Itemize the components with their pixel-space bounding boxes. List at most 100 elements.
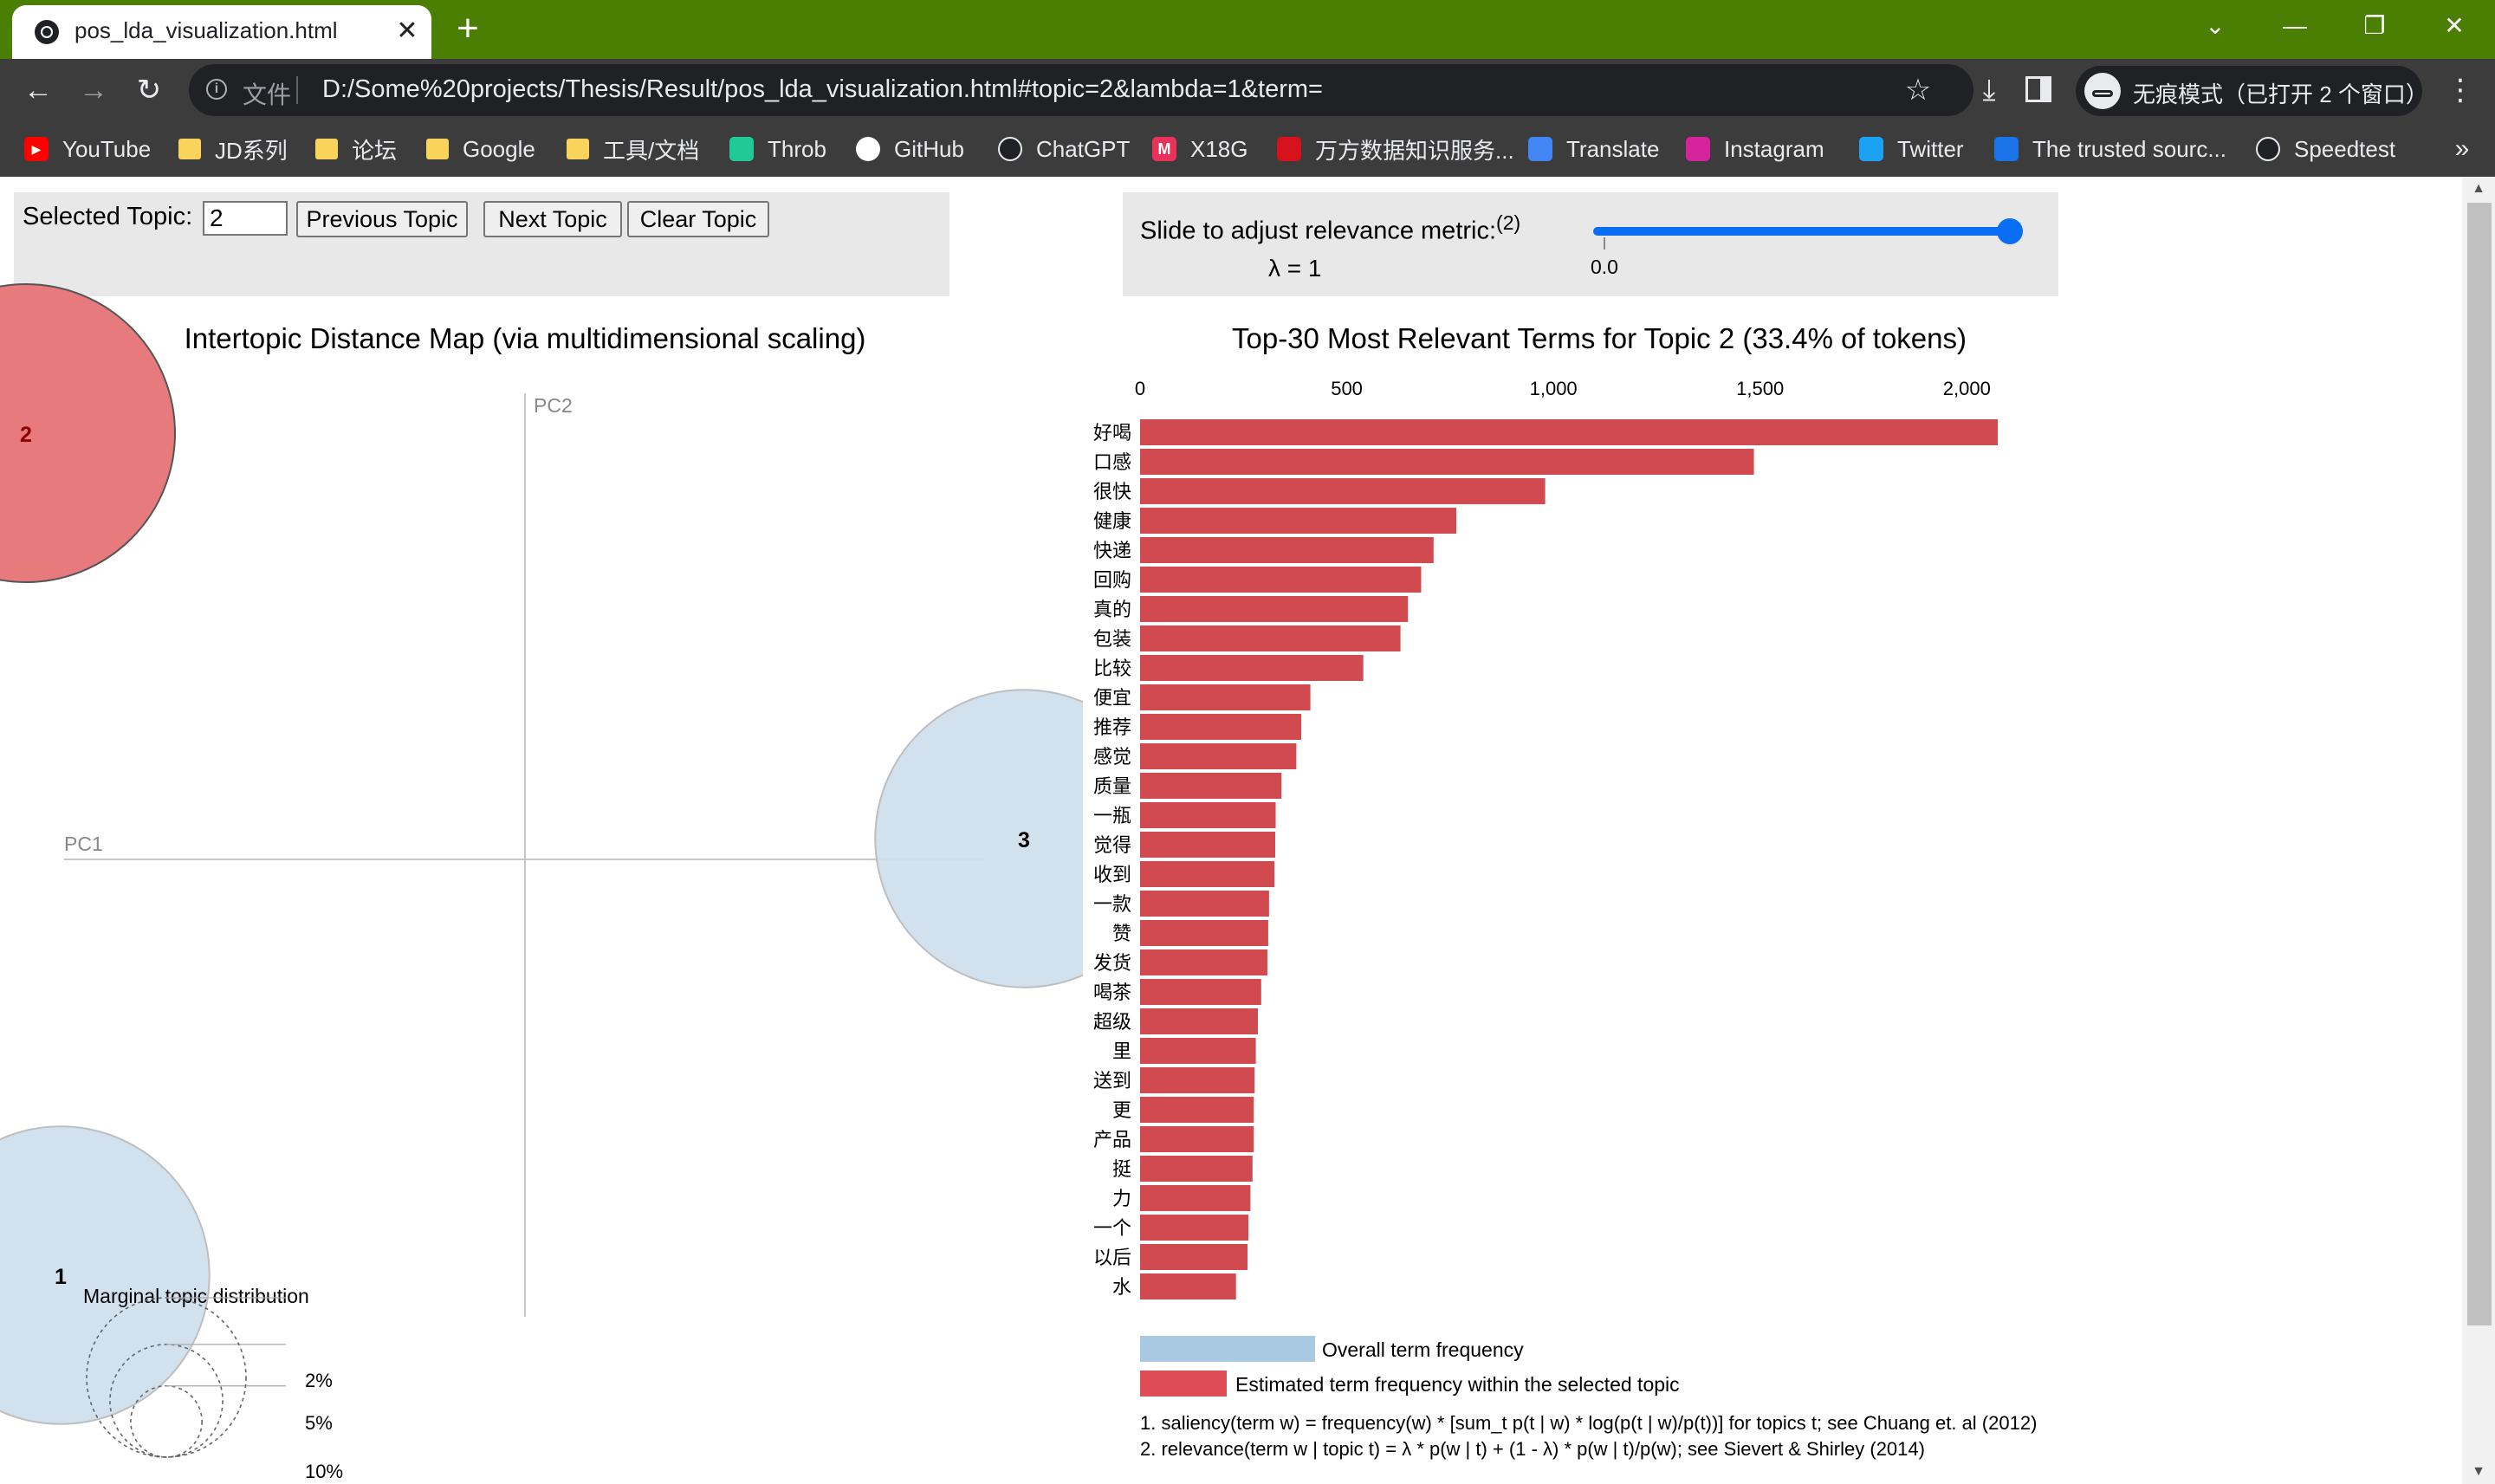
term-label[interactable]: 以后 [1093, 1247, 1131, 1269]
term-label[interactable]: 产品 [1093, 1130, 1131, 1151]
term-label[interactable]: 好喝 [1093, 423, 1131, 444]
bar-超级[interactable] [1140, 1008, 1258, 1034]
scroll-down-icon[interactable]: ▼ [2462, 1460, 2495, 1484]
bar-以后[interactable] [1140, 1244, 1248, 1270]
bar-水[interactable] [1140, 1273, 1236, 1299]
bar-赞[interactable] [1140, 920, 1268, 946]
term-label[interactable]: 里 [1112, 1041, 1131, 1063]
url-text[interactable]: D:/Some%20projects/Thesis/Result/pos_lda… [322, 75, 1323, 104]
term-label[interactable]: 喝茶 [1093, 982, 1131, 1004]
bookmark-instagram[interactable]: Instagram [1686, 132, 1824, 166]
bar-包装[interactable] [1140, 625, 1401, 651]
topic-label-3[interactable]: 3 [1018, 828, 1030, 852]
side-panel-icon[interactable] [2025, 76, 2051, 102]
bar-好喝[interactable] [1140, 419, 1999, 445]
term-label[interactable]: 收到 [1093, 865, 1131, 886]
new-tab-button[interactable]: + [447, 9, 489, 50]
menu-icon[interactable]: ⋮ [2443, 71, 2478, 109]
bookmark-folder-2[interactable]: 论坛 [315, 132, 397, 166]
bar-一款[interactable] [1140, 891, 1269, 917]
term-label[interactable]: 赞 [1112, 923, 1131, 945]
bar-便宜[interactable] [1140, 684, 1311, 710]
incognito-indicator[interactable]: 无痕模式（已打开 2 个窗口） [2076, 66, 2428, 116]
bar-挺[interactable] [1140, 1156, 1253, 1182]
bar-健康[interactable] [1140, 508, 1457, 534]
bar-推荐[interactable] [1140, 714, 1302, 740]
bookmark-chatgpt[interactable]: ChatGPT [998, 132, 1130, 166]
term-label[interactable]: 很快 [1093, 482, 1131, 503]
bookmark-folder-4[interactable]: 工具/文档 [567, 132, 699, 166]
term-label[interactable]: 觉得 [1093, 835, 1131, 857]
term-label[interactable]: 推荐 [1093, 717, 1131, 739]
bar-产品[interactable] [1140, 1126, 1254, 1152]
term-label[interactable]: 挺 [1112, 1159, 1131, 1181]
bar-回购[interactable] [1140, 567, 1422, 593]
term-label[interactable]: 超级 [1093, 1012, 1131, 1034]
bar-一瓶[interactable] [1140, 802, 1276, 828]
bookmark-folder-3[interactable]: Google [426, 132, 535, 166]
scrollbar-thumb[interactable] [2467, 203, 2492, 1325]
reload-icon[interactable]: ↻ [130, 73, 168, 107]
bookmark-wanfang[interactable]: 万方数据知识服务... [1277, 132, 1514, 166]
term-label[interactable]: 包装 [1093, 629, 1131, 651]
term-label[interactable]: 回购 [1093, 570, 1131, 592]
bookmark-map-pin[interactable]: The trusted sourc... [1994, 132, 2226, 166]
term-label[interactable]: 发货 [1093, 953, 1131, 975]
bar-真的[interactable] [1140, 596, 1409, 622]
minimize-icon[interactable]: — [2273, 9, 2317, 43]
bar-力[interactable] [1140, 1185, 1251, 1211]
forward-icon[interactable]: → [75, 73, 113, 107]
term-label[interactable]: 便宜 [1093, 688, 1131, 710]
term-label[interactable]: 比较 [1093, 658, 1131, 680]
term-label[interactable]: 力 [1112, 1189, 1131, 1210]
browser-tab-active[interactable]: pos_lda_visualization.html ✕ [12, 5, 431, 59]
term-label[interactable]: 一个 [1093, 1218, 1131, 1240]
scrollbar[interactable]: ▲ ▼ [2462, 177, 2495, 1484]
bookmark-star-icon[interactable]: ☆ [1901, 71, 1935, 109]
bar-收到[interactable] [1140, 861, 1275, 887]
term-label[interactable]: 口感 [1093, 452, 1131, 474]
term-label[interactable]: 质量 [1093, 776, 1131, 798]
term-label[interactable]: 健康 [1093, 511, 1131, 533]
info-icon[interactable]: i [206, 79, 227, 100]
scroll-up-icon[interactable]: ▲ [2462, 177, 2495, 201]
topic-circle-1[interactable] [0, 1125, 211, 1425]
bar-感觉[interactable] [1140, 743, 1297, 769]
bookmark-folder-1[interactable]: JD系列 [178, 132, 288, 166]
bar-比较[interactable] [1140, 655, 1364, 681]
bar-里[interactable] [1140, 1038, 1256, 1064]
bookmarks-overflow-icon[interactable]: » [2445, 132, 2479, 166]
bar-发货[interactable] [1140, 949, 1267, 975]
term-label[interactable]: 快递 [1093, 541, 1131, 562]
bookmark-speedtest[interactable]: Speedtest [2256, 132, 2395, 166]
tab-close-icon[interactable]: ✕ [390, 14, 424, 49]
bookmark-throb[interactable]: Throb [729, 132, 826, 166]
term-label[interactable]: 送到 [1093, 1071, 1131, 1092]
term-label[interactable]: 更 [1112, 1100, 1131, 1122]
close-window-icon[interactable]: ✕ [2433, 9, 2476, 43]
term-label[interactable]: 一款 [1093, 894, 1131, 916]
bar-质量[interactable] [1140, 773, 1282, 799]
bar-觉得[interactable] [1140, 832, 1276, 858]
back-icon[interactable]: ← [19, 73, 57, 107]
bar-喝茶[interactable] [1140, 979, 1261, 1005]
term-label[interactable]: 水 [1112, 1277, 1131, 1299]
restore-icon[interactable]: ❐ [2353, 9, 2396, 43]
topic-label-2[interactable]: 2 [20, 423, 32, 447]
bar-快递[interactable] [1140, 537, 1434, 563]
bar-很快[interactable] [1140, 478, 1546, 504]
bar-更[interactable] [1140, 1097, 1254, 1123]
bookmark-github[interactable]: GitHub [856, 132, 964, 166]
bookmark-x18g[interactable]: M X18G [1152, 132, 1248, 166]
address-bar[interactable]: i 文件 D:/Some%20projects/Thesis/Result/po… [189, 64, 1973, 116]
term-label[interactable]: 真的 [1093, 599, 1131, 621]
bar-送到[interactable] [1140, 1067, 1255, 1093]
download-icon[interactable]: ⤓ [1968, 69, 2010, 111]
term-label[interactable]: 感觉 [1093, 747, 1131, 768]
bar-口感[interactable] [1140, 449, 1754, 475]
tab-search-icon[interactable]: ⌄ [2194, 9, 2237, 43]
topic-label-1[interactable]: 1 [55, 1265, 67, 1289]
bar-一个[interactable] [1140, 1215, 1249, 1241]
bookmark-twitter[interactable]: Twitter [1859, 132, 1964, 166]
bookmark-youtube[interactable]: ▶ YouTube [24, 132, 151, 166]
